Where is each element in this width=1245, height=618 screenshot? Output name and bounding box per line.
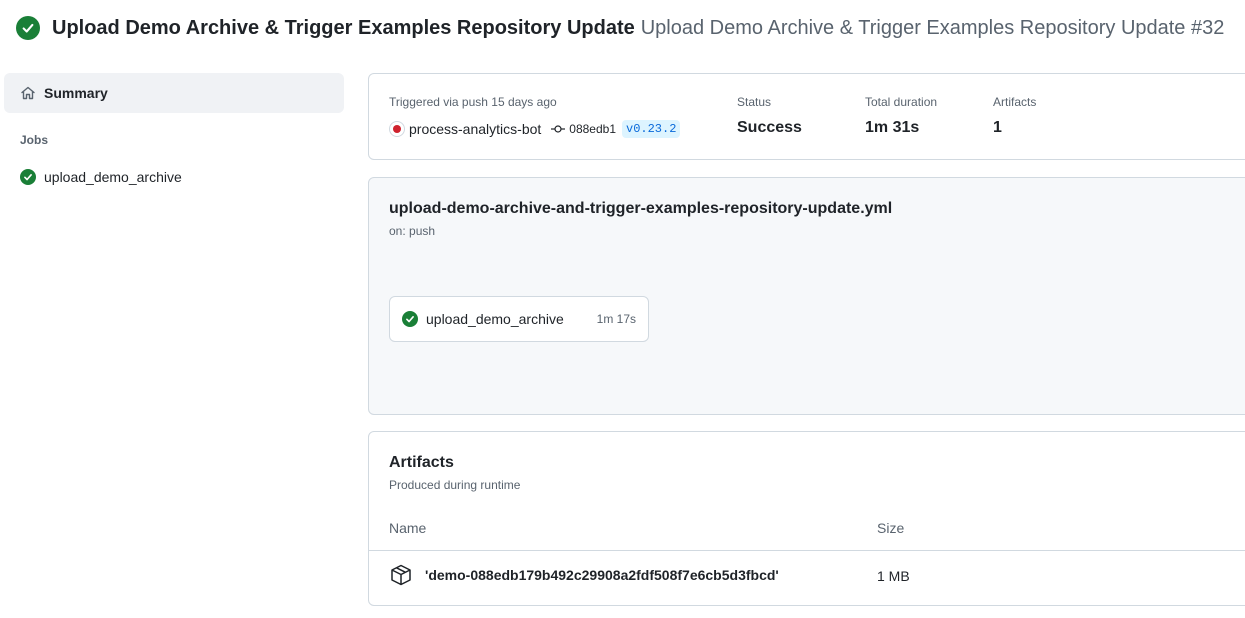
workflow-graph-panel: upload-demo-archive-and-trigger-examples…: [368, 177, 1245, 415]
sidebar-item-summary[interactable]: Summary: [4, 73, 344, 113]
artifact-name-link[interactable]: 'demo-088edb179b492c29908a2fdf508f7e6cb5…: [425, 567, 779, 583]
sidebar: Summary Jobs upload_demo_archive: [4, 73, 344, 195]
run-title: Upload Demo Archive & Trigger Examples R…: [640, 16, 1225, 39]
duration-value[interactable]: 1m 31s: [865, 119, 937, 137]
page-header: Upload Demo Archive & Trigger Examples R…: [16, 14, 1224, 42]
package-icon: [389, 563, 413, 587]
artifacts-title: Artifacts: [389, 454, 454, 471]
artifacts-label: Artifacts: [993, 95, 1037, 109]
tag-badge[interactable]: v0.23.2: [622, 120, 681, 138]
job-card[interactable]: upload_demo_archive 1m 17s: [389, 296, 649, 342]
duration-info: Total duration 1m 31s: [865, 95, 937, 137]
run-summary-panel: Triggered via push 15 days ago process-a…: [368, 73, 1245, 160]
artifacts-subtitle: Produced during runtime: [389, 478, 521, 492]
sidebar-item-label: upload_demo_archive: [44, 169, 182, 185]
job-card-label: upload_demo_archive: [426, 311, 564, 327]
workflow-title: Upload Demo Archive & Trigger Examples R…: [52, 16, 635, 39]
artifact-size: 1 MB: [877, 568, 910, 584]
commit-sha-link[interactable]: 088edb1: [569, 122, 616, 136]
column-header-name: Name: [389, 520, 427, 536]
trigger-info: Triggered via push 15 days ago process-a…: [389, 95, 681, 138]
trigger-text: Triggered via push 15 days ago: [389, 95, 557, 109]
status-label: Status: [737, 95, 772, 109]
artifacts-count[interactable]: 1: [993, 119, 1036, 137]
status-info: Status Success: [737, 95, 802, 137]
check-circle-fill-icon: [402, 311, 418, 327]
home-icon: [20, 85, 36, 101]
status-value: Success: [737, 119, 802, 136]
avatar[interactable]: [389, 121, 405, 137]
sidebar-item-label: Summary: [44, 85, 108, 101]
git-commit-icon: [551, 124, 566, 134]
table-row[interactable]: 'demo-088edb179b492c29908a2fdf508f7e6cb5…: [389, 563, 779, 587]
check-circle-fill-icon: [20, 169, 36, 185]
divider: [369, 550, 1245, 551]
job-card-duration: 1m 17s: [596, 312, 636, 326]
workflow-file-name: upload-demo-archive-and-trigger-examples…: [389, 200, 893, 217]
column-header-size: Size: [877, 520, 905, 536]
jobs-heading: Jobs: [20, 133, 49, 147]
artifacts-panel: Artifacts Produced during runtime Name S…: [368, 431, 1245, 606]
check-circle-fill-icon: [16, 16, 40, 40]
duration-label: Total duration: [865, 95, 938, 109]
sidebar-item-job[interactable]: upload_demo_archive: [4, 159, 344, 195]
workflow-trigger: on: push: [389, 224, 436, 238]
actor-link[interactable]: process-analytics-bot: [409, 121, 541, 137]
artifacts-info: Artifacts 1: [993, 95, 1036, 137]
